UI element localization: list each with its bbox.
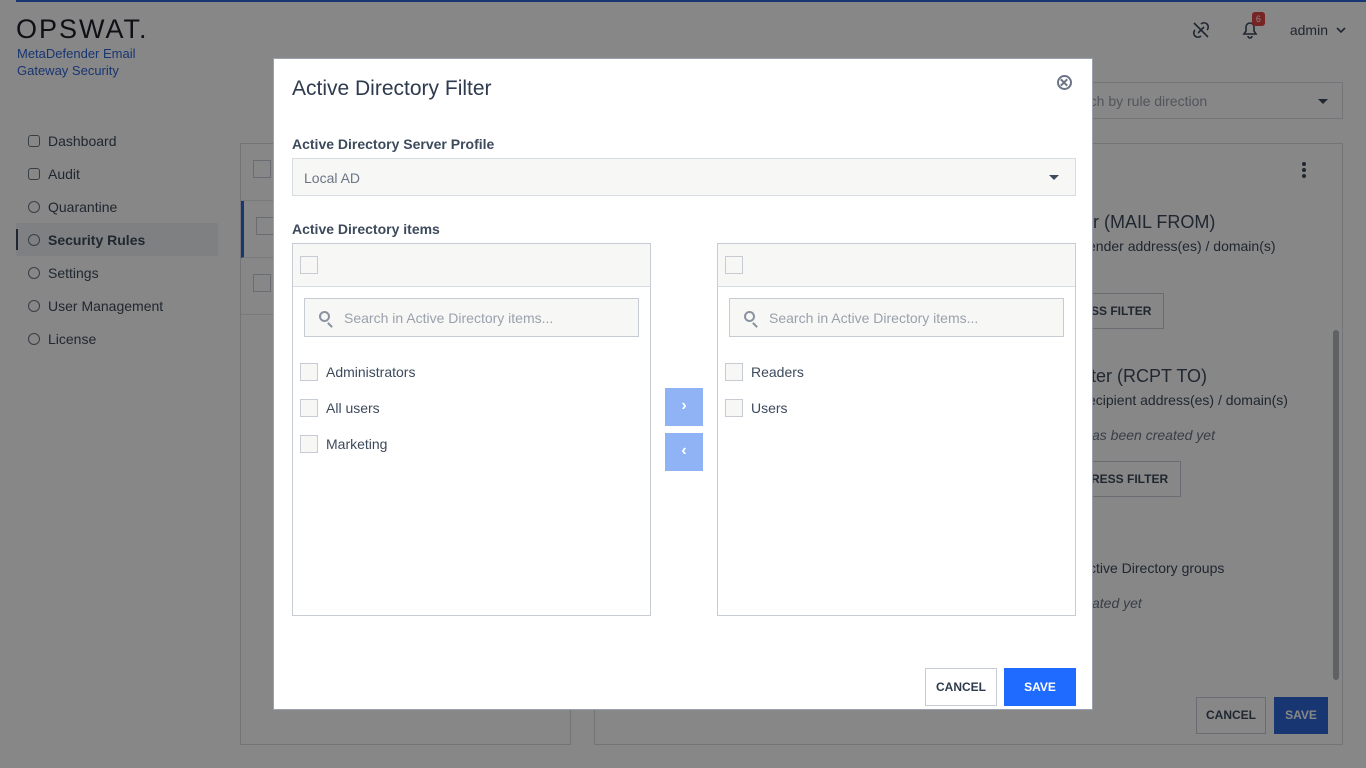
item-checkbox[interactable] [300,399,318,417]
available-items-search-input[interactable]: Search in Active Directory items... [304,298,639,337]
server-profile-label: Active Directory Server Profile [292,136,495,152]
item-label: All users [326,400,380,416]
item-checkbox[interactable] [300,363,318,381]
server-profile-value: Local AD [304,170,361,186]
move-right-button[interactable]: › [665,388,703,426]
available-items: Administrators All users Marketing [300,354,415,462]
list-item[interactable]: All users [300,390,415,426]
caret-down-icon [1049,175,1059,180]
selected-items-search-input[interactable]: Search in Active Directory items... [729,298,1064,337]
list-item[interactable]: Marketing [300,426,415,462]
item-label: Readers [751,364,804,380]
save-button[interactable]: SAVE [1004,668,1076,706]
active-directory-filter-dialog: Active Directory Filter Active Directory… [273,58,1093,710]
list-item[interactable]: Administrators [300,354,415,390]
move-left-button[interactable]: ‹ [665,433,703,471]
search-placeholder: Search in Active Directory items... [769,310,979,326]
cancel-button[interactable]: CANCEL [925,668,997,706]
select-all-selected-checkbox[interactable] [725,256,743,274]
select-all-available-checkbox[interactable] [300,256,318,274]
available-items-list: Search in Active Directory items... Admi… [292,243,651,616]
available-items-header [293,244,650,287]
item-label: Marketing [326,436,388,452]
selected-items: Readers Users [725,354,804,426]
list-item[interactable]: Users [725,390,804,426]
list-item[interactable]: Readers [725,354,804,390]
ad-items-label: Active Directory items [292,221,440,237]
search-placeholder: Search in Active Directory items... [344,310,554,326]
item-checkbox[interactable] [725,399,743,417]
search-icon [744,311,755,322]
search-icon [319,311,330,322]
close-icon[interactable] [1057,75,1072,90]
item-label: Users [751,400,788,416]
dialog-title: Active Directory Filter [292,77,492,100]
item-checkbox[interactable] [725,363,743,381]
item-checkbox[interactable] [300,435,318,453]
item-label: Administrators [326,364,416,380]
selected-items-list: Search in Active Directory items... Read… [717,243,1076,616]
server-profile-select[interactable]: Local AD [292,158,1076,196]
selected-items-header [718,244,1075,287]
